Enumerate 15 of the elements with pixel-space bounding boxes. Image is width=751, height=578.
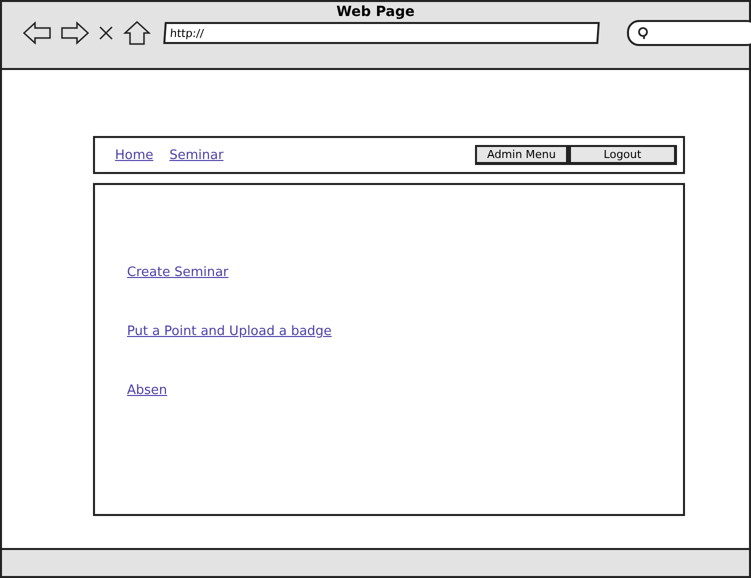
close-icon[interactable] [98,25,114,41]
nav-button[interactable]: Logout [569,145,677,165]
back-arrow-icon[interactable] [22,20,52,46]
search-icon [637,26,651,40]
search-field[interactable] [627,20,751,46]
content-link[interactable]: Create Seminar [127,265,228,280]
home-icon[interactable] [122,20,152,46]
forward-arrow-icon[interactable] [60,20,90,46]
nav-button[interactable]: Admin Menu [475,145,569,165]
window-title: Web Page [336,3,415,20]
content-link[interactable]: Put a Point and Upload a badge [127,324,332,339]
content-link[interactable]: Absen [127,383,168,398]
nav-link[interactable]: Seminar [169,148,224,162]
address-field[interactable]: http:// [163,22,600,44]
nav-link[interactable]: Home [115,148,154,162]
